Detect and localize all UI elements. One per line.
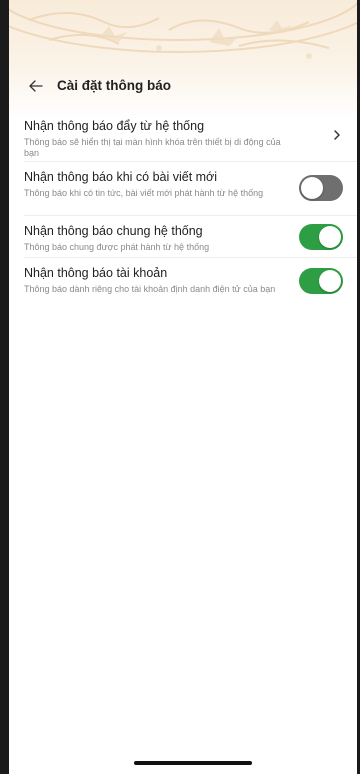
- system-notifications-toggle[interactable]: [299, 224, 343, 250]
- setting-new-articles: Nhận thông báo khi có bài viết mới Thông…: [24, 162, 357, 216]
- setting-description: Thông báo sẽ hiển thị tại màn hình khóa …: [24, 137, 281, 158]
- setting-description: Thông báo dành riêng cho tài khoản định …: [24, 284, 276, 294]
- chevron-right-icon[interactable]: [331, 128, 343, 142]
- setting-title: Nhận thông báo khi có bài viết mới: [24, 170, 218, 184]
- setting-system-notifications: Nhận thông báo chung hệ thống Thông báo …: [24, 216, 357, 258]
- setting-push-notifications[interactable]: Nhận thông báo đẩy từ hệ thống Thông báo…: [24, 112, 357, 162]
- setting-title: Nhận thông báo chung hệ thống: [24, 224, 203, 238]
- settings-list: Nhận thông báo đẩy từ hệ thống Thông báo…: [9, 112, 357, 318]
- setting-description: Thông báo khi có tin tức, bài viết mới p…: [24, 188, 264, 198]
- setting-title: Nhận thông báo tài khoản: [24, 266, 168, 280]
- setting-account-notifications: Nhận thông báo tài khoản Thông báo dành …: [24, 258, 357, 318]
- toggle-knob: [319, 226, 341, 248]
- account-notifications-toggle[interactable]: [299, 268, 343, 294]
- app-bar: Cài đặt thông báo: [9, 72, 357, 100]
- toggle-knob: [319, 270, 341, 292]
- home-indicator[interactable]: [134, 761, 252, 765]
- screen: Cài đặt thông báo Nhận thông báo đẩy từ …: [0, 0, 360, 774]
- arrow-left-icon: [29, 80, 43, 92]
- back-button[interactable]: [24, 72, 48, 100]
- new-articles-toggle[interactable]: [299, 175, 343, 201]
- page-title: Cài đặt thông báo: [57, 78, 171, 93]
- setting-description: Thông báo chung được phát hành từ hệ thố…: [24, 242, 210, 252]
- drum-pattern-decoration: [9, 2, 357, 59]
- setting-title: Nhận thông báo đẩy từ hệ thống: [24, 119, 205, 133]
- toggle-knob: [301, 177, 323, 199]
- header-decoration: [9, 0, 357, 120]
